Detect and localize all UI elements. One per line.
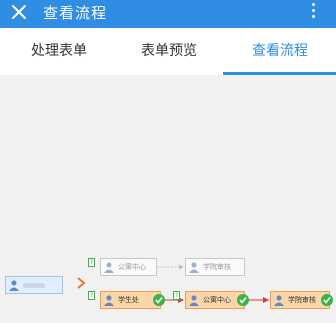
node-label: 学院审核 bbox=[203, 263, 231, 271]
start-node-label bbox=[23, 283, 45, 288]
check-icon bbox=[321, 294, 333, 306]
tab-form-preview[interactable]: 表单预览 bbox=[141, 42, 197, 60]
person-icon bbox=[104, 295, 114, 306]
tab-view-flow[interactable]: 查看流程 bbox=[252, 42, 308, 60]
check-icon bbox=[237, 294, 249, 306]
close-icon[interactable] bbox=[11, 4, 27, 20]
check-icon bbox=[153, 294, 165, 306]
app-bar: 查看流程 bbox=[0, 0, 336, 28]
tab-process-form[interactable]: 处理表单 bbox=[31, 42, 87, 60]
tab-bar: 处理表单 表单预览 查看流程 bbox=[0, 28, 336, 75]
person-icon bbox=[9, 280, 19, 291]
flow-node-bottom-2[interactable]: 公寓中心 bbox=[185, 291, 245, 309]
person-icon bbox=[104, 262, 114, 273]
node-label: 学生处 bbox=[118, 296, 139, 304]
page-title: 查看流程 bbox=[43, 4, 108, 22]
flow-node-top-2[interactable]: 学院审核 bbox=[185, 258, 245, 276]
active-tab-indicator bbox=[223, 72, 336, 75]
person-icon bbox=[274, 295, 284, 306]
node-label: 公寓中心 bbox=[118, 263, 146, 271]
branch-badge-top: ? bbox=[88, 258, 96, 267]
node-label: 公寓中心 bbox=[203, 296, 231, 304]
step-badge: ? bbox=[173, 291, 181, 300]
start-node[interactable] bbox=[5, 276, 63, 294]
more-options-icon[interactable] bbox=[309, 3, 317, 25]
person-icon bbox=[189, 295, 199, 306]
branch-arrow-icon bbox=[77, 277, 86, 289]
branch-badge-bottom: ? bbox=[88, 291, 96, 300]
person-icon bbox=[189, 262, 199, 273]
flow-node-bottom-1[interactable]: 学生处 bbox=[100, 291, 161, 309]
node-label: 学院审核 bbox=[288, 296, 316, 304]
flow-node-top-1[interactable]: 公寓中心 bbox=[100, 258, 157, 276]
flow-canvas[interactable]: ? ? 公寓中心 学院审核 学生处 ? 公寓中心 学院审核 bbox=[0, 78, 336, 323]
